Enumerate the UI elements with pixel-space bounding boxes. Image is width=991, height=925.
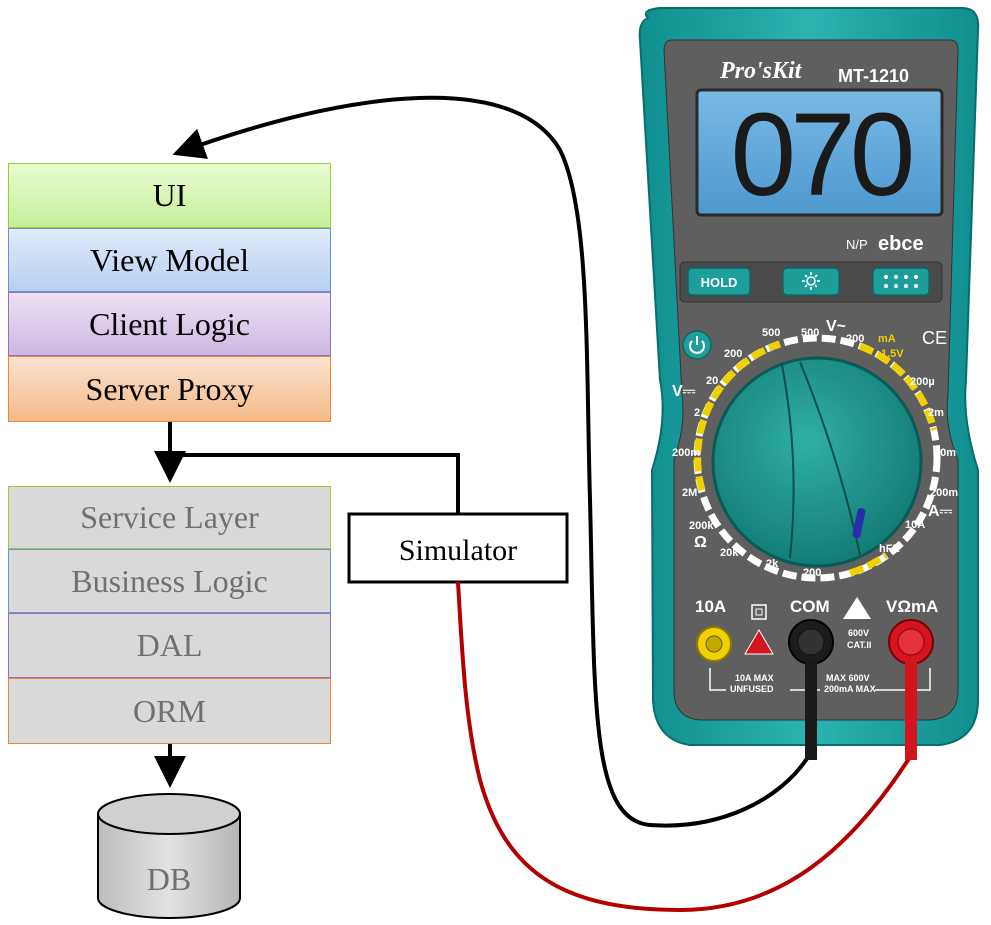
red-probe-lead bbox=[905, 660, 917, 760]
socket-button[interactable] bbox=[872, 267, 930, 296]
range-ohm-200: 200 bbox=[803, 567, 821, 579]
ce-mark: CE bbox=[922, 328, 947, 348]
range-vac-500: 500 bbox=[801, 327, 819, 339]
range-a-200u: 200µ bbox=[910, 376, 935, 388]
range-vdc-500: 500 bbox=[762, 327, 780, 339]
symbol-ohm: Ω bbox=[694, 534, 707, 551]
symbol-vac: V~ bbox=[826, 318, 846, 335]
jack-vohm-plug bbox=[897, 628, 925, 656]
jack-10a-hole bbox=[705, 635, 723, 653]
port-vohm-label: VΩmA bbox=[886, 597, 938, 616]
port-10a-label: 10A bbox=[695, 597, 726, 616]
np-code: ebce bbox=[878, 233, 924, 255]
cat-rating: CAT.II bbox=[847, 640, 871, 650]
range-a-10a: 10A bbox=[905, 519, 925, 531]
database-label: DB bbox=[147, 861, 191, 897]
max-200ma-label: 200mA MAX bbox=[824, 684, 876, 694]
multimeter: Pro'sKit MT-1210 070 N/P ebce HOLD 500 2… bbox=[638, 7, 980, 760]
symbol-adc: A⎓ bbox=[928, 503, 953, 520]
range-a-200m: 200m bbox=[930, 487, 958, 499]
range-vdc-200: 200 bbox=[724, 348, 742, 360]
range-ohm-200k: 200k bbox=[689, 520, 714, 532]
symbol-vdc: V⎓ bbox=[672, 383, 696, 400]
multimeter-brand: Pro'sKit bbox=[719, 58, 803, 84]
jack-com-plug bbox=[797, 628, 825, 656]
diagram-canvas: DB Simulator Pro'sKit MT-1210 070 N/P eb… bbox=[97, 7, 980, 919]
database-icon bbox=[97, 793, 241, 919]
black-probe-lead bbox=[805, 660, 817, 760]
unfused-label: UNFUSED bbox=[730, 684, 774, 694]
rotary-dial[interactable] bbox=[711, 356, 923, 568]
range-vdc-2: 2 bbox=[694, 407, 700, 419]
range-vdc-20: 20 bbox=[706, 375, 718, 387]
range-ohm-20k: 20k bbox=[720, 547, 739, 559]
range-hfe: hFE bbox=[879, 543, 900, 555]
range-ma-label: mA bbox=[878, 333, 896, 345]
lcd-reading: 070 bbox=[731, 89, 912, 221]
range-ohm-2m: 2M bbox=[682, 487, 697, 499]
np-label: N/P bbox=[846, 237, 868, 252]
port-com-label: COM bbox=[790, 597, 830, 616]
hold-button-label: HOLD bbox=[701, 275, 738, 290]
cat-voltage: 600V bbox=[848, 628, 869, 638]
range-ma-1-5v: 1.5V bbox=[881, 348, 904, 360]
range-vac-200: 200 bbox=[846, 333, 864, 345]
max-600v-label: MAX 600V bbox=[826, 673, 870, 683]
simulator-label: Simulator bbox=[399, 534, 517, 567]
proxy-to-simulator-line bbox=[170, 453, 460, 514]
range-ohm-2k: 2k bbox=[766, 558, 779, 570]
range-a-20m: 20m bbox=[934, 447, 956, 459]
range-vdc-200m: 200m bbox=[672, 447, 700, 459]
max-10a-label: 10A MAX bbox=[735, 673, 774, 683]
multimeter-model: MT-1210 bbox=[838, 66, 909, 86]
range-a-2m: 2m bbox=[928, 407, 944, 419]
